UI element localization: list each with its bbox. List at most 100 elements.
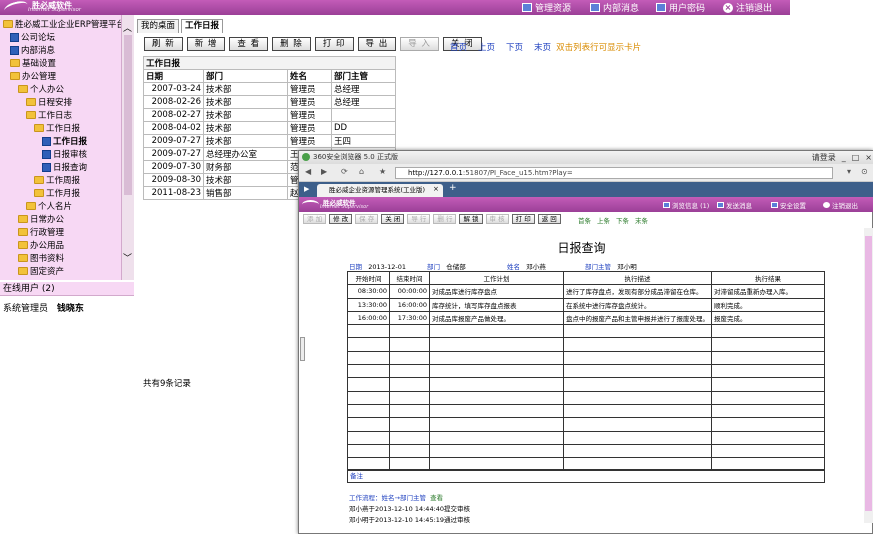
chevron-up-icon[interactable]: ︿ [123, 21, 132, 34]
new-tab-icon[interactable]: + [449, 183, 457, 193]
menu-user-password[interactable]: 用户密码 [656, 1, 705, 14]
address-bar[interactable]: http://127.0.0.1:51807/PI_Face_u15.htm?P… [395, 167, 833, 179]
tree-item-books[interactable]: 图书资料 [18, 252, 64, 264]
empty-row[interactable] [347, 390, 825, 405]
remark-field[interactable]: 备注 [347, 469, 825, 483]
search-icon[interactable]: ⊙ [861, 167, 868, 176]
back-icon[interactable]: ◀ [305, 167, 311, 176]
menu-internal-messages[interactable]: 内部消息 [590, 1, 639, 14]
table-row[interactable]: 16:00:00 17:30:00 对成品库报废产品做处理。 盘点中的报废产品和主管申… [347, 310, 825, 326]
add-button[interactable]: 添 加 [303, 214, 327, 224]
menu-logout[interactable]: × 注销退出 [723, 1, 772, 14]
tab-my-desktop[interactable]: 我的桌面 [137, 19, 180, 33]
tree-item-messages[interactable]: 内部消息 [10, 44, 55, 56]
column-header[interactable]: 日期 [143, 69, 204, 83]
tree-item-work-log[interactable]: 工作日志 [26, 109, 72, 121]
tree-item-admin[interactable]: 行政管理 [18, 226, 64, 238]
close-tab-icon[interactable]: × [433, 185, 439, 193]
view-button[interactable]: 查 看 [229, 37, 269, 51]
empty-row[interactable] [347, 324, 825, 339]
minimize-icon[interactable]: _ [842, 151, 846, 164]
tree-item-schedule[interactable]: 日程安排 [26, 96, 72, 108]
tree-item-report-review[interactable]: 日报审核 [42, 148, 87, 160]
login-link[interactable]: 请登录 [812, 151, 836, 164]
star-icon[interactable]: ★ [379, 167, 386, 176]
page-scrollbar[interactable] [864, 228, 873, 523]
table-row[interactable]: 2007-03-24 技术部 管理员 总经理 [143, 82, 396, 96]
export-button[interactable]: 导 出 [357, 37, 397, 51]
table-row[interactable]: 2009-07-27 技术部 管理员 王四 [143, 134, 396, 148]
approve-button[interactable]: 审 核 [485, 214, 509, 224]
refresh-icon[interactable]: ⟳ [341, 167, 348, 176]
save-button[interactable]: 保 存 [355, 214, 379, 224]
forward-icon[interactable]: ▶ [321, 167, 327, 176]
column-header[interactable]: 姓名 [287, 69, 332, 83]
delete-row-button[interactable]: 删 行 [433, 214, 457, 224]
menu-logout[interactable]: 注销退出 [823, 200, 858, 210]
table-row[interactable]: 13:30:00 16:00:00 库存统计，填写库存盘点报表 在系统中进行库存盘点统… [347, 297, 825, 312]
close-icon[interactable]: × [865, 151, 872, 164]
tree-item-daily-report-folder[interactable]: 工作日报 [34, 122, 80, 134]
tree-item-business-card[interactable]: 个人名片 [26, 200, 72, 212]
return-button[interactable]: 返 回 [537, 214, 561, 224]
tree-item-weekly-report[interactable]: 工作周报 [34, 174, 80, 186]
online-user-row[interactable]: 系统管理员 钱晓东 [3, 301, 84, 314]
menu-send-message[interactable]: 发送消息 [717, 200, 752, 210]
tree-item-basic-settings[interactable]: 基础设置 [10, 57, 56, 69]
maximize-icon[interactable]: □ [852, 151, 860, 164]
menu-browse-info[interactable]: 浏览信息 (1) [663, 200, 709, 210]
scroll-thumb[interactable] [124, 35, 132, 195]
tree-item-daily-office[interactable]: 日常办公 [18, 213, 64, 225]
tree-item-forum[interactable]: 公司论坛 [10, 31, 55, 43]
empty-row[interactable] [347, 403, 825, 419]
empty-row[interactable] [347, 443, 825, 459]
print-button[interactable]: 打 印 [511, 214, 535, 224]
menu-security-settings[interactable]: 安全设置 [771, 200, 806, 210]
chevron-down-icon[interactable]: ▾ [847, 167, 851, 176]
chevron-down-icon[interactable]: ﹀ [123, 251, 132, 264]
collapse-handle[interactable] [300, 337, 305, 361]
column-header[interactable]: 部门 [203, 69, 288, 83]
table-row[interactable]: 2008-02-27 技术部 管理员 [143, 108, 396, 122]
column-header[interactable]: 部门主管 [331, 69, 396, 83]
tree-item-personal-office[interactable]: 个人办公 [18, 83, 64, 95]
next-page-link[interactable]: 下页 [506, 41, 523, 53]
empty-row[interactable] [347, 430, 825, 445]
insert-row-button[interactable]: 导 行 [407, 214, 431, 224]
add-button[interactable]: 新 增 [186, 37, 226, 51]
menu-manage-resources[interactable]: 管理资源 [522, 1, 571, 14]
tree-item-office-supplies[interactable]: 办公用品 [18, 239, 64, 251]
nav-scrollbar[interactable]: ︿ ﹀ [122, 15, 134, 280]
print-button[interactable]: 打 印 [314, 37, 354, 51]
first-record-link[interactable]: 首条 [578, 215, 591, 225]
tree-item-office[interactable]: 办公管理 [10, 70, 56, 82]
workflow-view-link[interactable]: 查看 [430, 494, 443, 502]
import-button[interactable]: 导 入 [400, 37, 439, 51]
table-row[interactable]: 2008-02-26 技术部 管理员 总经理 [143, 95, 396, 109]
delete-button[interactable]: 删 除 [272, 37, 311, 51]
first-page-link[interactable]: 首页 [450, 41, 467, 53]
empty-row[interactable] [347, 350, 825, 366]
tree-item-daily-report[interactable]: 工作日报 [42, 135, 87, 147]
empty-row[interactable] [347, 377, 825, 392]
next-record-link[interactable]: 下条 [616, 215, 629, 225]
close-button[interactable]: 关 闭 [381, 214, 405, 224]
last-page-link[interactable]: 末页 [534, 41, 551, 53]
empty-row[interactable] [347, 337, 825, 352]
table-row[interactable]: 2008-04-02 技术部 管理员 DD [143, 121, 396, 135]
empty-row[interactable] [347, 364, 825, 379]
empty-row[interactable] [347, 417, 825, 432]
sidebar-toggle-icon[interactable]: ▶ [304, 185, 309, 193]
table-row[interactable]: 08:30:00 00:00:00 对成品库进行库存盘点 进行了库存盘点，发现有部分成… [347, 284, 825, 299]
home-icon[interactable]: ⌂ [359, 167, 364, 176]
edit-button[interactable]: 修 改 [329, 214, 353, 224]
tree-item-fixed-assets[interactable]: 固定资产 [18, 265, 64, 277]
last-record-link[interactable]: 末条 [635, 215, 648, 225]
tab-daily-report[interactable]: 工作日报 [181, 19, 224, 33]
refresh-button[interactable]: 刷 新 [144, 37, 183, 51]
tree-item-monthly-report[interactable]: 工作月报 [34, 187, 80, 199]
prev-page-link[interactable]: 上页 [478, 41, 495, 53]
prev-record-link[interactable]: 上条 [597, 215, 610, 225]
scroll-thumb[interactable] [865, 236, 872, 511]
unlock-button[interactable]: 解 锁 [459, 214, 483, 224]
